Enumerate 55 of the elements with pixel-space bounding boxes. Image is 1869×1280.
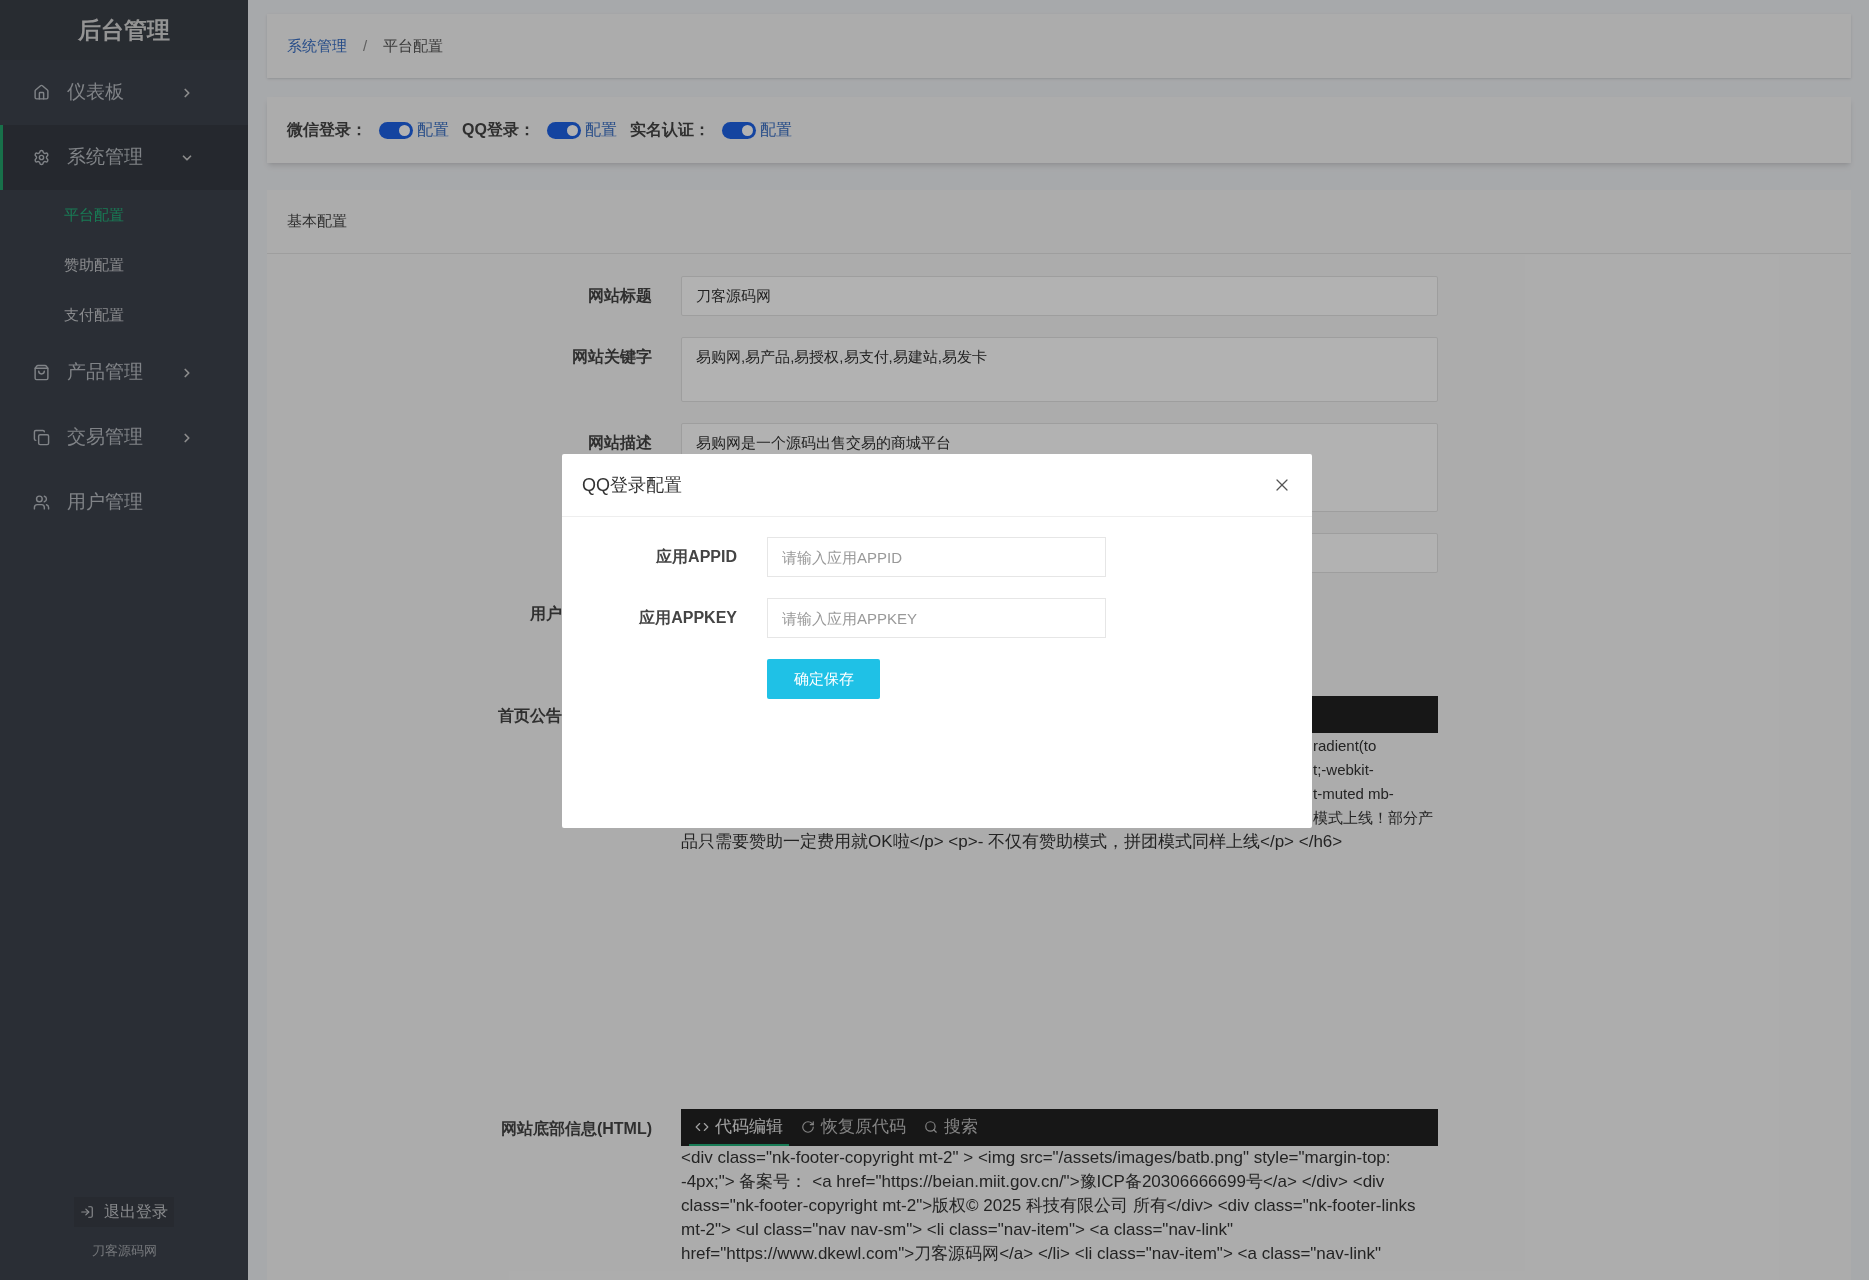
editor-tab[interactable]: 搜索 xyxy=(918,1109,984,1146)
toggle-switch[interactable] xyxy=(379,121,413,139)
bag-icon xyxy=(33,364,50,381)
field-label: 用户 xyxy=(530,604,562,624)
config-link[interactable]: 配置 xyxy=(584,118,617,142)
code-text: t-muted mb- xyxy=(1313,784,1395,804)
code-text: radient(to xyxy=(1313,736,1378,756)
copy-icon xyxy=(33,429,50,446)
footer-text: 刀客源码网 xyxy=(91,1241,157,1260)
menu-item[interactable]: 产品管理 xyxy=(0,340,248,405)
submenu-item[interactable]: 平台配置 xyxy=(64,203,124,227)
code-text: t;-webkit- xyxy=(1313,760,1375,780)
toggle-label: 微信登录： xyxy=(287,120,367,140)
config-link[interactable]: 配置 xyxy=(417,118,449,142)
submenu-item[interactable]: 支付配置 xyxy=(64,303,124,327)
toggle-switch[interactable] xyxy=(546,121,581,139)
breadcrumb-separator: / xyxy=(363,35,368,56)
breadcrumb-item: 平台配置 xyxy=(383,35,444,56)
breadcrumb-item[interactable]: 系统管理 xyxy=(287,34,347,58)
home-icon xyxy=(33,84,50,101)
sidebar-title: 后台管理 xyxy=(78,15,170,45)
editor-tab[interactable]: 代码编辑 xyxy=(689,1109,789,1146)
refresh-icon xyxy=(801,1119,815,1134)
settings-icon xyxy=(33,149,50,166)
toggle-switch[interactable] xyxy=(721,121,756,139)
toggle-label: QQ登录： xyxy=(462,120,535,140)
logout-icon xyxy=(80,1204,94,1219)
logout-button[interactable]: 退出登录 xyxy=(74,1196,174,1227)
field-label: 网站描述 xyxy=(588,433,652,453)
field-label: 网站底部信息(HTML) xyxy=(500,1119,652,1139)
field-label: 网站标题 xyxy=(588,286,652,306)
users-icon xyxy=(33,494,50,511)
toggle-label: 实名认证： xyxy=(629,120,710,140)
code-text: 品只需要赞助一定费用就OK啦</p> <p>- 不仅有赞助模式，拼团模式同样上线</p> </h6> xyxy=(681,831,1344,853)
submenu-item[interactable]: 赞助配置 xyxy=(64,253,124,277)
save-button[interactable]: 确定保存 xyxy=(767,659,880,699)
field-label: 应用APPID xyxy=(656,547,737,567)
menu-item[interactable]: 用户管理 xyxy=(0,470,248,535)
editor-tab[interactable]: 恢复原代码 xyxy=(795,1109,912,1146)
menu-item[interactable]: 仪表板 xyxy=(0,60,248,125)
menu-item[interactable]: 交易管理 xyxy=(0,405,248,470)
modal-title: QQ登录配置 xyxy=(582,473,682,497)
search-icon xyxy=(924,1119,938,1134)
text-field[interactable]: 请输入应用APPID xyxy=(767,537,1106,577)
code-text: <div class="nk-footer-copyright mt-2" > <img src="/assets/images/batb.png" style="margin-top: -4px;"> 备案号： <a href="https://beian.miit.gov.cn/">豫ICP备20306666699号</a> </div> <div class="nk-footer-copyright mt-2">版权© 2025 科技有限公司 所有</div> <div class="nk-footer-links mt-2"> <ul class="nav nav-sm"> <li class="nav-item"> <a class="nav-link" href="https://www.dkewl.com">刀客源码网</a> </li> <li class="nav-item"> <a class="nav-link" xyxy=(681,1147,1417,1265)
menu-item[interactable]: 系统管理 xyxy=(0,125,248,190)
config-link[interactable]: 配置 xyxy=(759,118,792,142)
text-area[interactable]: 易购网,易产品,易授权,易支付,易建站,易发卡 xyxy=(681,337,1438,402)
field-label: 首页公告 xyxy=(498,706,562,726)
card-title: 基本配置 xyxy=(287,211,347,232)
text-field[interactable]: 请输入应用APPKEY xyxy=(767,598,1106,638)
field-label: 应用APPKEY xyxy=(639,608,737,628)
field-label: 网站关键字 xyxy=(572,347,652,367)
text-field[interactable]: 刀客源码网 xyxy=(681,276,1438,316)
code-text: 模式上线！部分产 xyxy=(1313,808,1434,828)
